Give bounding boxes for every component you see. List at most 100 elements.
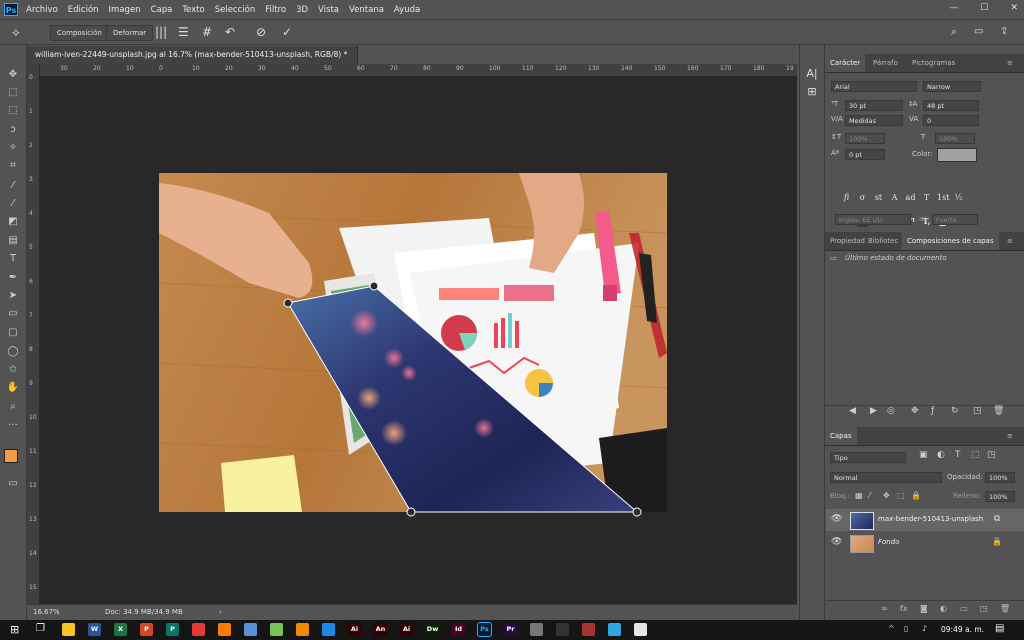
opacity-field[interactable]: 100% [985,472,1015,483]
comp-last-state[interactable]: Último estado de documento [845,254,947,262]
zoom-tool-icon[interactable]: ⌕ [6,400,20,414]
taskbar-app-icon[interactable]: Pr [504,623,517,636]
tab-composiciones-capas[interactable]: Composiciones de capas [902,232,999,250]
discretionary-ligatures-button[interactable]: st [873,192,884,204]
new-group-icon[interactable]: ▭ [960,604,968,613]
delete-layer-icon[interactable]: 🗑 [1000,604,1010,613]
network-icon[interactable]: ▯ [904,624,908,633]
lock-position-icon[interactable]: ✥ [883,491,890,500]
artboard-tool-icon[interactable]: ⬚ [6,86,20,100]
titling-alternates-button[interactable]: T [921,192,932,204]
taskbar-app-icon[interactable] [218,623,231,636]
reset-warp-icon[interactable]: ↶ [225,24,235,40]
menu-filtro[interactable]: Filtro [265,5,286,15]
ordinals-button[interactable]: 1st [937,192,949,204]
menu-archivo[interactable]: Archivo [26,5,58,15]
grid-panel-icon[interactable]: ⊞ [805,85,819,99]
update-comp-icon[interactable]: ↻ [951,406,959,416]
kerning-field[interactable]: Medidas [845,115,903,126]
swash-button[interactable]: A [889,192,900,204]
rectangle-tool-icon[interactable]: ▭ [6,307,20,321]
horizontal-scale-field[interactable]: 100% [935,133,975,144]
volume-icon[interactable]: ♪ [922,624,927,633]
pen-tool-icon[interactable]: ✒ [6,271,20,285]
font-size-field[interactable]: 30 pt [845,100,903,111]
lock-all-icon[interactable]: 🔒 [911,491,921,500]
horizontal-ruler[interactable]: 30 20 10 0 10 20 30 40 50 60 70 80 90 100 110 120 130 140… [40,64,797,77]
minimize-button[interactable]: — [949,3,958,13]
taskbar-app-icon[interactable] [582,623,595,636]
fill-field[interactable]: 100% [985,491,1015,502]
vertical-ruler[interactable]: 0 1 2 3 4 5 6 7 8 9 10 11 12 13 14 15 [27,64,40,604]
taskbar-app-icon[interactable]: P [140,623,153,636]
photoshop-logo-icon[interactable]: Ps [4,3,18,16]
stylistic-alternates-button[interactable]: ad [905,192,916,204]
panel-menu-icon[interactable]: ≡ [1002,54,1018,72]
path-selection-tool-icon[interactable]: ➤ [6,289,20,303]
type-panel-icon[interactable]: A| [805,67,819,81]
layer-name[interactable]: max-bender-510413-unsplash [878,515,983,523]
antialias-select[interactable]: Fuerte [932,214,978,225]
lock-pixels-icon[interactable]: ▦ [855,491,863,500]
screen-mode-icon[interactable]: ▭ [6,477,20,491]
menu-3d[interactable]: 3D [296,5,308,15]
comp-panel-menu-icon[interactable]: ≡ [1002,232,1018,250]
taskbar-app-icon[interactable] [192,623,205,636]
menu-imagen[interactable]: Imagen [109,5,141,15]
eyedropper-tool-icon[interactable]: ⁄ [6,179,20,193]
move-tool-icon[interactable]: ✥ [6,68,20,82]
taskbar-clock[interactable]: 09:49 a. m. [941,625,984,634]
gradient-tool-icon[interactable]: ▤ [6,234,20,248]
taskbar-app-icon[interactable] [270,623,283,636]
adjustment-layer-icon[interactable]: ◐ [940,604,947,613]
zoom-level[interactable]: 16.67% [33,605,60,620]
workspace-icon[interactable]: ▭ [974,24,983,40]
grid-split-icon[interactable]: # [202,24,212,40]
maximize-button[interactable]: ☐ [980,3,988,13]
taskbar-app-icon[interactable]: Ai [400,623,413,636]
taskbar-app-icon[interactable] [608,623,621,636]
lock-artboard-icon[interactable]: ⬚ [897,491,905,500]
foreground-color-swatch[interactable] [4,449,18,463]
tab-pictogramas[interactable]: Pictogramas [907,54,960,72]
brush-tool-icon[interactable]: ⁄ [6,197,20,211]
visibility-eye-icon[interactable]: 👁 [831,537,842,547]
share-icon[interactable]: ⇪ [1000,24,1008,40]
baseline-shift-field[interactable]: 0 pt [845,149,885,160]
menu-ventana[interactable]: Ventana [349,5,384,15]
contextual-alternates-button[interactable]: σ [857,192,868,204]
menu-edicion[interactable]: Edición [68,5,99,15]
new-comp-icon[interactable]: ◳ [973,406,982,416]
crop-tool-icon[interactable]: ⌗ [6,159,20,173]
link-layers-icon[interactable]: ∞ [881,604,888,613]
layer-row-fondo[interactable]: 👁 Fondo 🔒 [826,532,1024,554]
composicion-button[interactable]: Composición [50,25,109,41]
layer-name[interactable]: Fondo [878,538,899,546]
split-vertical-icon[interactable]: ||| [155,24,167,40]
blend-mode-select[interactable]: Normal [830,472,942,483]
filter-shape-icon[interactable]: ⬚ [971,450,980,460]
fx-icon[interactable]: fx [900,604,908,613]
layer-row-max-bender[interactable]: 👁 max-bender-510413-unsplash ⧉ [826,509,1024,531]
taskbar-app-icon[interactable]: P [166,623,179,636]
taskbar-app-icon[interactable] [530,623,543,636]
taskbar-app-icon[interactable]: Ps [477,622,492,637]
layers-panel-menu-icon[interactable]: ≡ [1002,427,1018,445]
taskbar-app-icon[interactable] [634,623,647,636]
vertical-scale-field[interactable]: 100% [845,133,885,144]
language-select[interactable]: Inglés: EE.UU. [835,214,911,225]
eraser-tool-icon[interactable]: ◩ [6,215,20,229]
fx-comp-icon[interactable]: ƒ [931,406,934,416]
filter-smart-icon[interactable]: ◳ [987,450,996,460]
taskbar-app-icon[interactable]: An [374,623,387,636]
tab-caracter[interactable]: Carácter [825,54,866,72]
fractions-button[interactable]: ½ [953,192,964,204]
add-mask-icon[interactable]: ◙ [920,604,928,613]
tray-up-icon[interactable]: ^ [888,624,895,633]
filter-type-icon[interactable]: T [955,450,961,460]
next-comp-icon[interactable]: ▶ [870,406,877,416]
menu-capa[interactable]: Capa [151,5,173,15]
hand-tool-icon[interactable]: ✋ [6,381,20,395]
marquee-tool-icon[interactable]: ⬚ [6,104,20,118]
text-color-swatch[interactable] [937,148,977,162]
